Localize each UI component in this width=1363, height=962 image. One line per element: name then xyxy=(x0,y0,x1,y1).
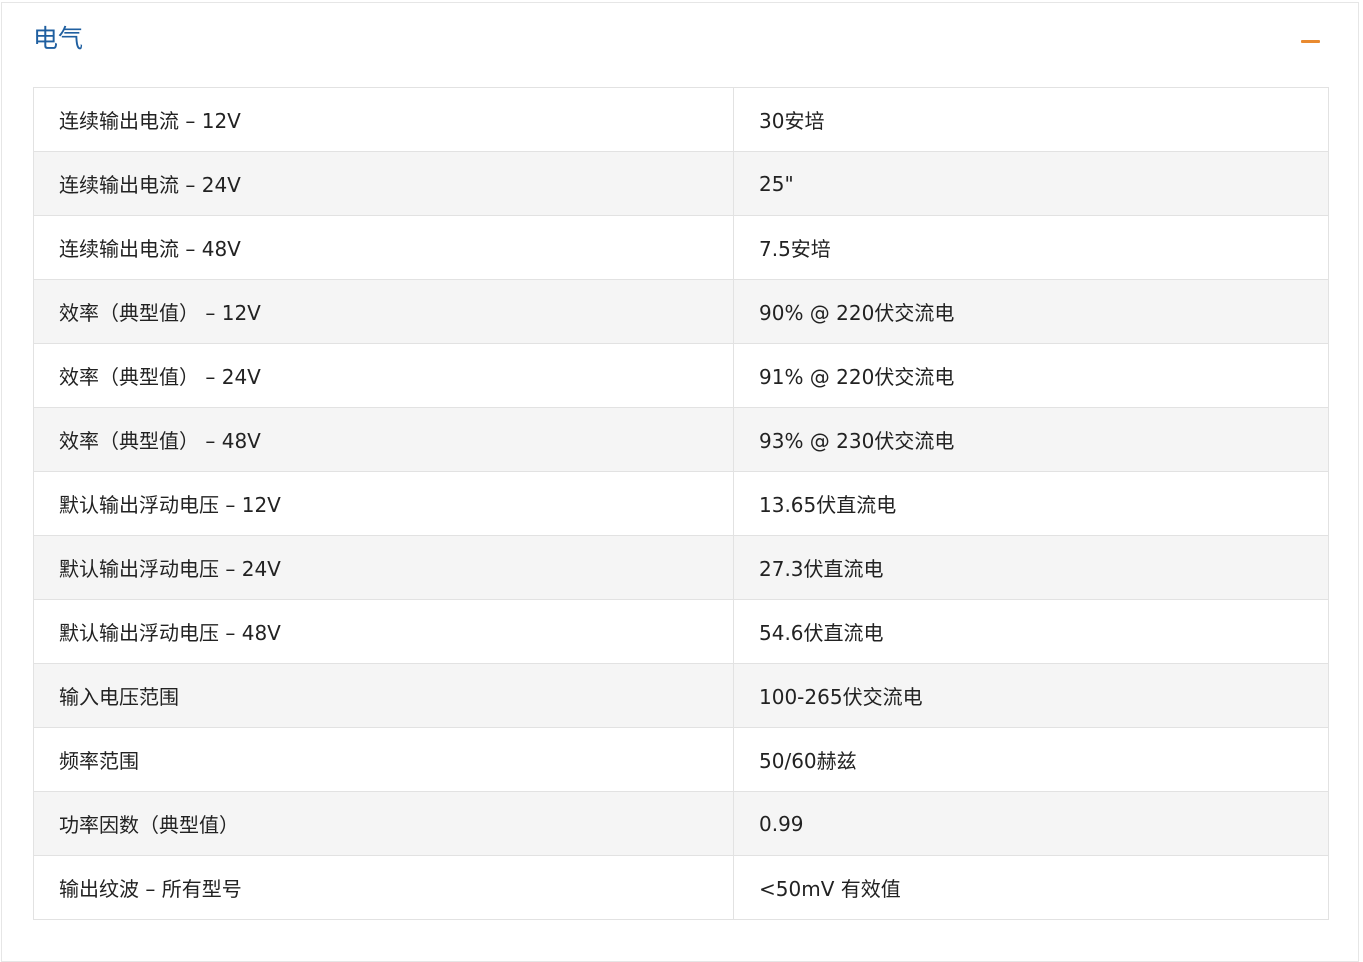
table-row: 连续输出电流 – 48V 7.5安培 xyxy=(33,215,1329,280)
spec-value: 0.99 xyxy=(733,791,1329,856)
spec-value: 90% @ 220伏交流电 xyxy=(733,279,1329,344)
spec-value: 54.6伏直流电 xyxy=(733,599,1329,664)
spec-label: 连续输出电流 – 24V xyxy=(33,151,734,216)
spec-value: 30安培 xyxy=(733,87,1329,152)
spec-label: 频率范围 xyxy=(33,727,734,792)
spec-label: 默认输出浮动电压 – 12V xyxy=(33,471,734,536)
spec-label: 效率（典型值） – 12V xyxy=(33,279,734,344)
spec-label: 效率（典型值） – 24V xyxy=(33,343,734,408)
spec-label: 输出纹波 – 所有型号 xyxy=(33,855,734,920)
table-row: 默认输出浮动电压 – 24V 27.3伏直流电 xyxy=(33,535,1329,600)
table-row: 连续输出电流 – 12V 30安培 xyxy=(33,87,1329,152)
spec-label: 输入电压范围 xyxy=(33,663,734,728)
spec-value: 25" xyxy=(733,151,1329,216)
spec-label: 功率因数（典型值） xyxy=(33,791,734,856)
table-row: 功率因数（典型值） 0.99 xyxy=(33,791,1329,856)
table-row: 效率（典型值） – 12V 90% @ 220伏交流电 xyxy=(33,279,1329,344)
table-row: 默认输出浮动电压 – 12V 13.65伏直流电 xyxy=(33,471,1329,536)
spec-value: 13.65伏直流电 xyxy=(733,471,1329,536)
panel-header[interactable]: 电气 xyxy=(2,3,1358,79)
section-title: 电气 xyxy=(33,24,84,53)
table-row: 频率范围 50/60赫兹 xyxy=(33,727,1329,792)
spec-value: 50/60赫兹 xyxy=(733,727,1329,792)
spec-label: 默认输出浮动电压 – 48V xyxy=(33,599,734,664)
spec-value: 91% @ 220伏交流电 xyxy=(733,343,1329,408)
minus-icon xyxy=(1300,39,1320,43)
table-row: 默认输出浮动电压 – 48V 54.6伏直流电 xyxy=(33,599,1329,664)
table-row: 效率（典型值） – 24V 91% @ 220伏交流电 xyxy=(33,343,1329,408)
collapse-button[interactable] xyxy=(1298,29,1322,53)
table-row: 效率（典型值） – 48V 93% @ 230伏交流电 xyxy=(33,407,1329,472)
spec-label: 默认输出浮动电压 – 24V xyxy=(33,535,734,600)
table-row: 输入电压范围 100-265伏交流电 xyxy=(33,663,1329,728)
spec-value: 100-265伏交流电 xyxy=(733,663,1329,728)
specs-table: 连续输出电流 – 12V 30安培 连续输出电流 – 24V 25" 连续输出电… xyxy=(33,87,1329,920)
table-row: 输出纹波 – 所有型号 <50mV 有效值 xyxy=(33,855,1329,920)
table-row: 连续输出电流 – 24V 25" xyxy=(33,151,1329,216)
electrical-spec-panel: 电气 连续输出电流 – 12V 30安培 连续输出电流 – 24V 25" 连续… xyxy=(1,2,1359,962)
spec-value: <50mV 有效值 xyxy=(733,855,1329,920)
spec-label: 连续输出电流 – 48V xyxy=(33,215,734,280)
spec-label: 效率（典型值） – 48V xyxy=(33,407,734,472)
spec-value: 27.3伏直流电 xyxy=(733,535,1329,600)
spec-value: 93% @ 230伏交流电 xyxy=(733,407,1329,472)
spec-label: 连续输出电流 – 12V xyxy=(33,87,734,152)
spec-value: 7.5安培 xyxy=(733,215,1329,280)
